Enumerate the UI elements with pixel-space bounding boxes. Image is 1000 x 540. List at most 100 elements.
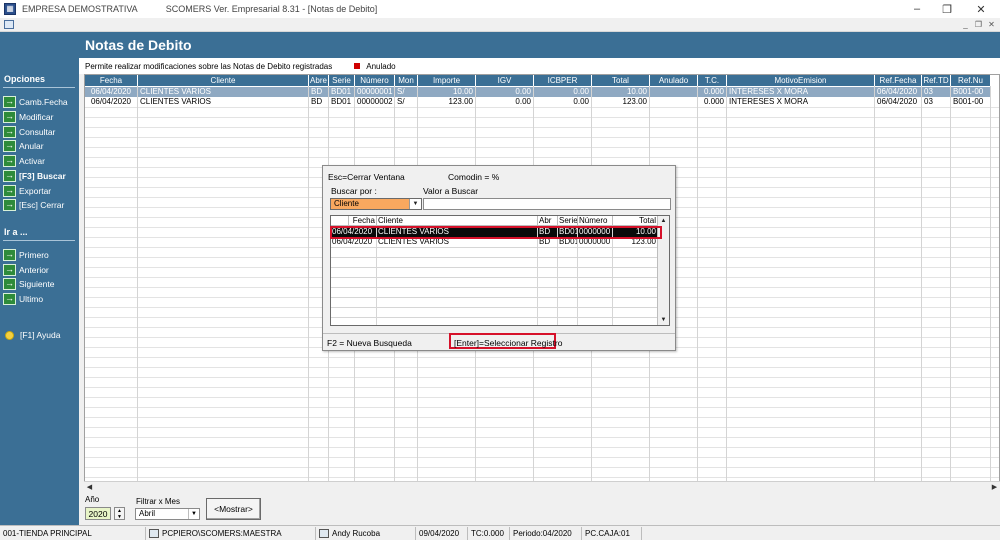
col-icbper[interactable]: ICBPER — [534, 75, 592, 86]
grid-row-line — [85, 157, 999, 158]
grid-horizontal-scrollbar[interactable]: ◀ ▶ — [84, 481, 1000, 492]
table-row[interactable]: 06/04/2020 CLIENTES VARIOS BD BD01 00000… — [85, 97, 991, 107]
sidebar-item-consultar[interactable]: → Consultar — [3, 125, 55, 138]
year-stepper[interactable]: ▲ ▼ — [114, 507, 125, 520]
col-serie[interactable]: Serie — [329, 75, 355, 86]
sidebar-item-label: Modificar — [19, 111, 54, 122]
sidebar-item-anterior[interactable]: → Anterior — [3, 263, 49, 276]
grid-row-line — [85, 107, 999, 108]
arrow-right-icon: → — [3, 95, 16, 108]
col-total[interactable]: Total — [613, 216, 658, 226]
sidebar-item-anular[interactable]: → Anular — [3, 139, 44, 152]
grid-row-line — [85, 457, 999, 458]
sidebar-item-exportar[interactable]: → Exportar — [3, 184, 51, 197]
col-numero[interactable]: Número — [578, 216, 613, 226]
mdi-minimize-button[interactable]: _ — [960, 19, 971, 30]
month-filter-label: Filtrar x Mes — [136, 497, 180, 506]
grid-column-line — [726, 86, 727, 486]
col-total[interactable]: Total — [592, 75, 650, 86]
col-anulado[interactable]: Anulado — [650, 75, 698, 86]
page-title: Notas de Debito — [85, 37, 192, 53]
col-cliente[interactable]: Cliente — [377, 216, 538, 226]
sidebar-item-modificar[interactable]: → Modificar — [3, 110, 53, 123]
col-importe[interactable]: Importe — [418, 75, 476, 86]
chevron-down-icon[interactable]: ▼ — [117, 514, 122, 520]
help-item[interactable]: [F1] Ayuda — [5, 330, 60, 340]
col-tc[interactable]: T.C. — [698, 75, 727, 86]
scroll-right-icon[interactable]: ▶ — [989, 482, 1000, 492]
search-grid-column-line — [537, 226, 538, 325]
sidebar-item-activar[interactable]: → Activar — [3, 154, 45, 167]
chevron-down-icon[interactable]: ▼ — [188, 509, 199, 519]
col-cliente[interactable]: Cliente — [138, 75, 309, 86]
table-row[interactable]: 06/04/2020 CLIENTES VARIOS BD BD01 00000… — [85, 87, 991, 97]
status-user: Andy Rucoba — [316, 527, 416, 540]
grid-column-line — [950, 86, 951, 486]
app-icon: ▦ — [4, 3, 16, 15]
sidebar-item-camb-fecha[interactable]: → Camb.Fecha — [3, 95, 68, 108]
search-grid-column-line — [577, 226, 578, 325]
filter-bar: Año 2020 ▲ ▼ Filtrar x Mes Abril ▼ <Mostra… — [79, 492, 1000, 525]
grid-row-line — [85, 397, 999, 398]
enter-hint: [Enter]=Seleccionar Registro — [454, 338, 563, 348]
col-motivo[interactable]: MotivoEmision — [727, 75, 875, 86]
status-caja: PC.CAJA:01 — [582, 527, 642, 540]
search-grid-row-line — [331, 287, 658, 288]
year-input[interactable]: 2020 — [85, 507, 111, 520]
search-grid-header: Fecha Cliente Abr Serie Número Total — [331, 216, 658, 226]
sidebar-item-siguiente[interactable]: → Siguiente — [3, 277, 54, 290]
sidebar-item-primero[interactable]: → Primero — [3, 248, 49, 261]
status-period: Periodo:04/2020 — [510, 527, 582, 540]
mdi-bar: _ ❐ ✕ — [0, 18, 1000, 32]
sidebar-item-label: [F3] Buscar — [19, 170, 66, 181]
scroll-down-icon[interactable]: ▼ — [658, 315, 669, 325]
scroll-up-icon[interactable]: ▲ — [658, 216, 669, 226]
restore-button[interactable]: ❐ — [932, 0, 962, 18]
esc-hint: Esc=Cerrar Ventana — [328, 172, 405, 182]
col-fecha[interactable]: Fecha — [349, 216, 377, 226]
col-numero[interactable]: Número — [355, 75, 395, 86]
grid-row-line — [85, 137, 999, 138]
grid-column-line — [137, 86, 138, 486]
col-abre[interactable]: Abre — [309, 75, 329, 86]
chevron-down-icon[interactable]: ▼ — [409, 199, 421, 209]
search-field-select[interactable]: Cliente ▼ — [330, 198, 422, 210]
grid-row-line — [85, 467, 999, 468]
database-icon — [149, 529, 159, 538]
sidebar-item-label: Anular — [19, 140, 44, 151]
col-ref-td[interactable]: Ref.TD — [922, 75, 951, 86]
sidebar-item-label: Camb.Fecha — [19, 96, 68, 107]
scroll-left-icon[interactable]: ◀ — [84, 482, 95, 492]
col-serie[interactable]: Serie — [558, 216, 578, 226]
col-mon[interactable]: Mon — [395, 75, 418, 86]
minimize-button[interactable]: – — [902, 0, 932, 18]
search-grid-column-line — [557, 226, 558, 325]
grid-column-line — [874, 86, 875, 486]
sidebar-item-buscar[interactable]: → [F3] Buscar — [3, 169, 66, 182]
status-bar: 001-TIENDA PRINCIPAL PCPIERO\SCOMERS:MAE… — [0, 525, 1000, 540]
mdi-restore-button[interactable]: ❐ — [973, 19, 984, 30]
valor-label: Valor a Buscar — [423, 186, 479, 196]
search-grid-row-line — [331, 297, 658, 298]
sidebar-item-cerrar[interactable]: → [Esc] Cerrar — [3, 198, 64, 211]
grid-column-line — [697, 86, 698, 486]
col-ref-nu[interactable]: Ref.Nu — [951, 75, 991, 86]
grid-row-line — [85, 127, 999, 128]
sidebar-item-ultimo[interactable]: → Ultimo — [3, 292, 43, 305]
grid-row-line — [85, 147, 999, 148]
arrow-right-icon: → — [3, 248, 16, 261]
search-value-input[interactable] — [423, 198, 671, 210]
col-fecha[interactable]: Fecha — [85, 75, 138, 86]
company-name: EMPRESA DEMOSTRATIVA — [22, 4, 138, 14]
close-button[interactable]: ✕ — [966, 0, 996, 18]
mostrar-button[interactable]: <Mostrar> — [206, 498, 261, 520]
mdi-close-button[interactable]: ✕ — [986, 19, 997, 30]
col-igv[interactable]: IGV — [476, 75, 534, 86]
indicator-column — [331, 216, 349, 226]
search-grid-row-line — [331, 247, 658, 248]
comodin-hint: Comodin = % — [448, 172, 500, 182]
sidebar-item-label: Primero — [19, 249, 49, 260]
col-abr[interactable]: Abr — [538, 216, 558, 226]
month-select[interactable]: Abril ▼ — [135, 508, 200, 520]
col-ref-fecha[interactable]: Ref.Fecha — [875, 75, 922, 86]
